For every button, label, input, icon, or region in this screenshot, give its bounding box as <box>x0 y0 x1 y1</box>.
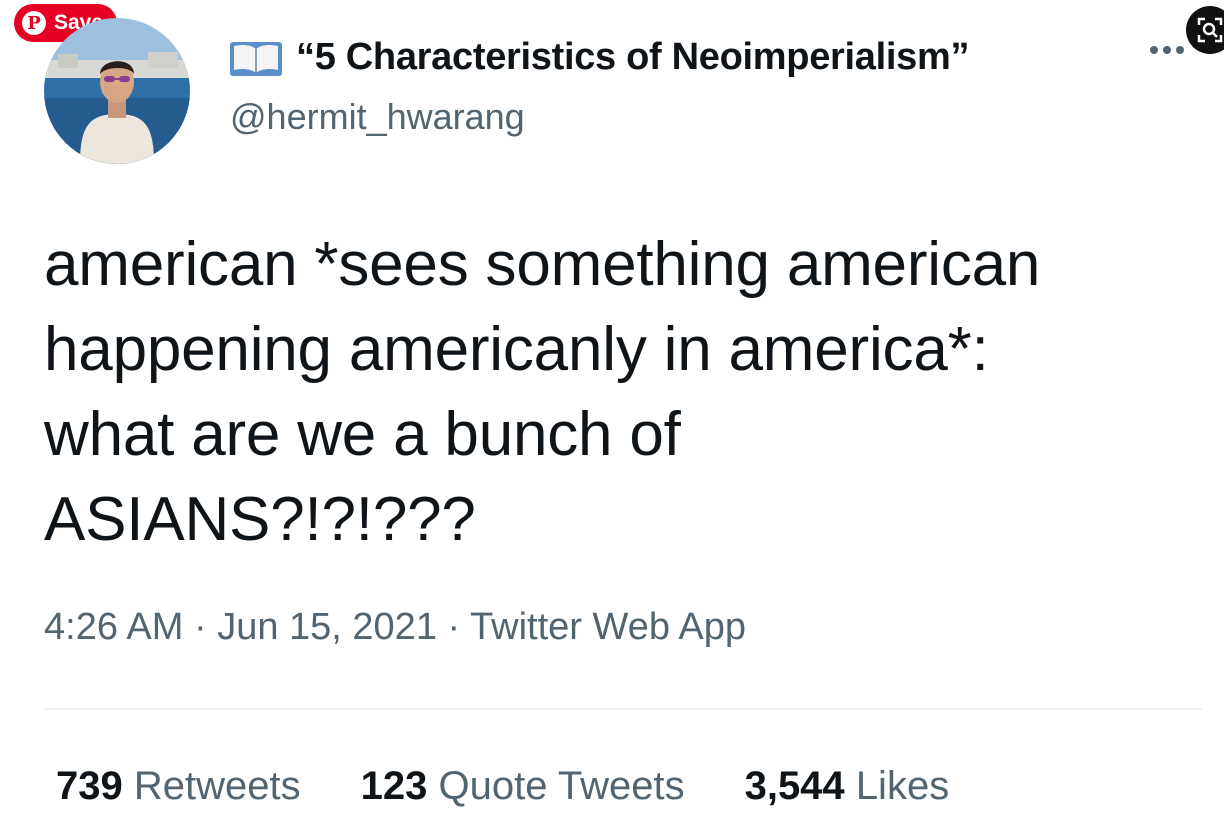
avatar-photo <box>44 18 190 164</box>
tweet-text-line: american *sees something american <box>44 230 1041 299</box>
visual-search-icon[interactable] <box>1186 6 1224 54</box>
user-handle[interactable]: @hermit_hwarang <box>230 96 525 138</box>
retweets-label: Retweets <box>133 764 301 808</box>
tweet-source[interactable]: Twitter Web App <box>470 606 746 648</box>
meta-separator: · <box>436 606 471 648</box>
divider <box>44 708 1202 710</box>
tweet-text-line: ASIANS?!?!??? <box>44 485 476 554</box>
tweet-time[interactable]: 4:26 AM <box>44 606 183 648</box>
tweet-meta: 4:26 AM · Jun 15, 2021 · Twitter Web App <box>44 606 746 649</box>
quote-tweets-count: 123 <box>360 764 428 808</box>
quote-tweets-label: Quote Tweets <box>438 764 685 808</box>
likes-count: 3,544 <box>744 764 845 808</box>
more-options-icon[interactable] <box>1150 46 1184 54</box>
open-book-icon <box>230 41 282 76</box>
meta-separator: · <box>183 606 218 648</box>
avatar[interactable] <box>44 18 190 164</box>
tweet-date[interactable]: Jun 15, 2021 <box>217 606 437 648</box>
display-name: “5 Characteristics of Neoimperialism” <box>296 36 970 78</box>
lens-icon <box>1197 17 1223 43</box>
display-name-row[interactable]: “5 Characteristics of Neoimperialism” <box>228 36 969 79</box>
likes-label: Likes <box>855 764 950 808</box>
tweet-text-line: what are we a bunch of <box>44 400 681 469</box>
likes-stat[interactable]: 3,544 Likes <box>745 764 950 809</box>
quote-tweets-stat[interactable]: 123 Quote Tweets <box>361 764 685 809</box>
retweets-count: 739 <box>56 764 123 808</box>
tweet-stats: 739 Retweets 123 Quote Tweets 3,544 Like… <box>56 764 949 809</box>
retweets-stat[interactable]: 739 Retweets <box>56 764 301 809</box>
pinterest-icon: P <box>22 11 46 35</box>
tweet-text-line: happening americanly in america*: <box>44 315 989 384</box>
tweet-text: american *sees something american happen… <box>44 222 1194 562</box>
